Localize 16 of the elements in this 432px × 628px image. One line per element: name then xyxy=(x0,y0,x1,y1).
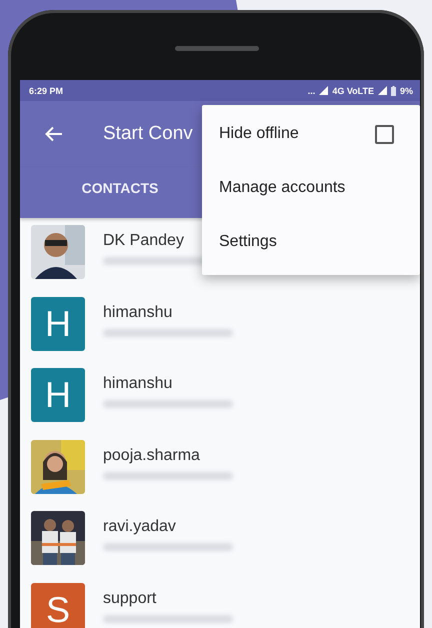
menu-item-label: Settings xyxy=(219,233,277,251)
network-label: 4G VoLTE xyxy=(332,86,374,96)
avatar: H xyxy=(31,368,85,422)
avatar: S xyxy=(31,582,85,628)
status-time: 6:29 PM xyxy=(29,86,64,96)
menu-item-label: Manage accounts xyxy=(219,179,346,197)
contact-name: himanshu xyxy=(103,375,174,393)
menu-item-label: Hide offline xyxy=(219,125,299,143)
contact-name: pooja.sharma xyxy=(103,446,201,464)
contact-name: ravi.yadav xyxy=(103,518,177,536)
contact-name: support xyxy=(103,590,158,608)
screen-title: Start Conv xyxy=(103,123,193,145)
notification-dots: ... xyxy=(308,86,316,96)
avatar: H xyxy=(31,296,85,350)
contact-name: himanshu xyxy=(103,304,174,322)
battery-percent: 9% xyxy=(400,86,413,96)
